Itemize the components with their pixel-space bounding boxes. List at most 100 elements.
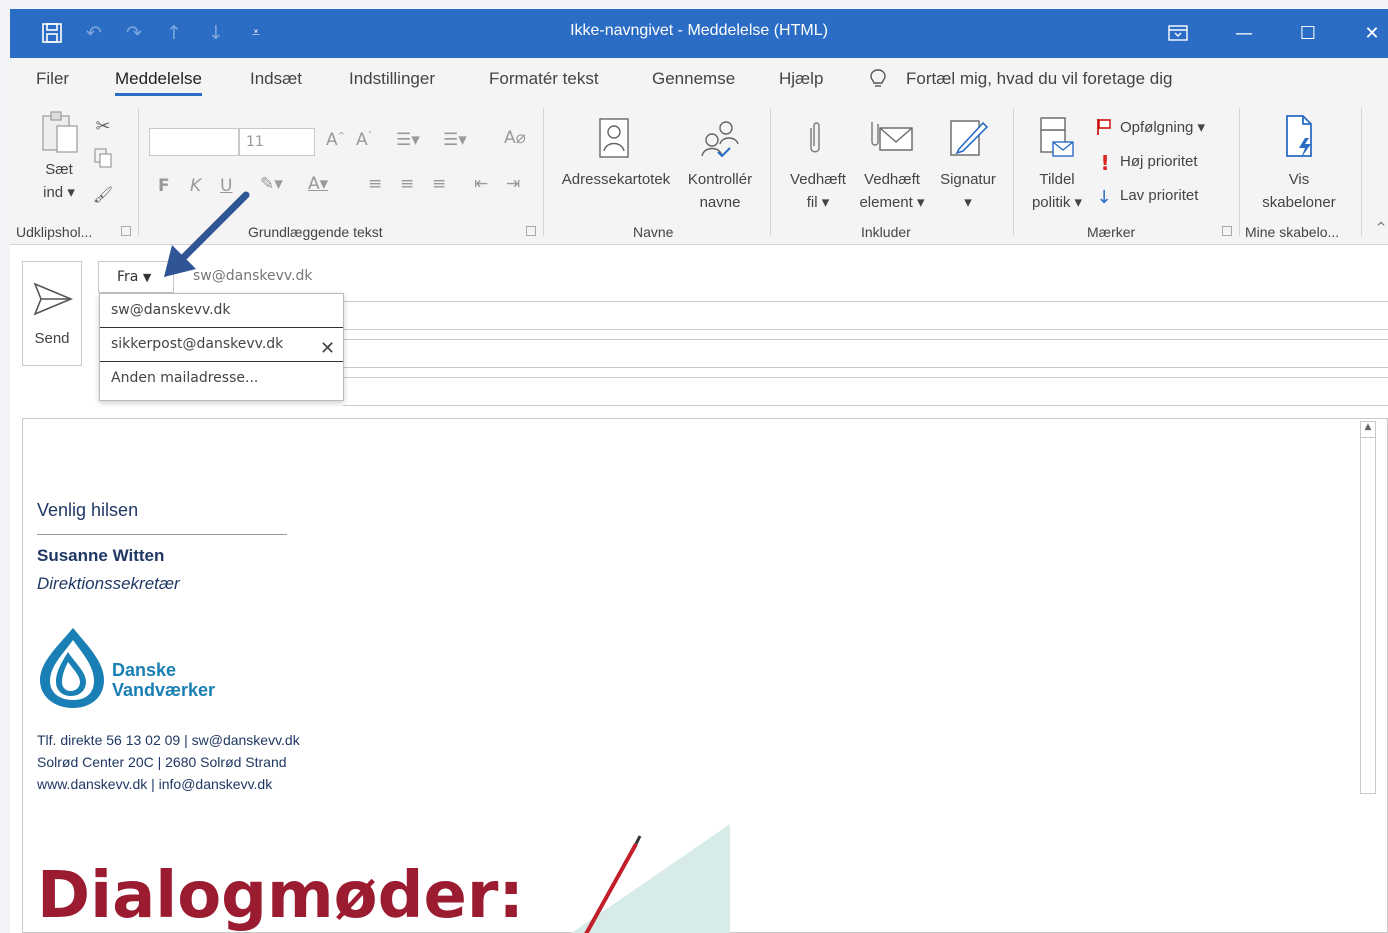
scroll-up-icon[interactable]: ▲ bbox=[1361, 422, 1375, 438]
signature-label: Signatur bbox=[940, 171, 996, 188]
shrink-font-icon[interactable]: Aˇ bbox=[356, 130, 372, 150]
tab-options[interactable]: Indstillinger bbox=[349, 69, 435, 89]
attach-file-label-2: fil bbox=[806, 194, 818, 211]
close-icon[interactable]: ✕ bbox=[1350, 17, 1388, 49]
grow-font-icon[interactable]: A^ bbox=[326, 130, 345, 150]
increase-indent-icon[interactable]: ⇥ bbox=[506, 174, 520, 194]
tab-format-text[interactable]: Formatér tekst bbox=[489, 69, 599, 89]
tell-me-search[interactable]: Fortæl mig, hvad du vil foretage dig bbox=[906, 69, 1172, 89]
clear-format-icon[interactable]: A⌀ bbox=[504, 128, 526, 148]
address-book-icon[interactable] bbox=[596, 116, 632, 160]
subject-field-line bbox=[343, 377, 1388, 378]
flag-icon bbox=[1096, 118, 1112, 136]
paperclip-icon[interactable] bbox=[802, 118, 828, 158]
check-names-icon[interactable] bbox=[700, 116, 740, 160]
assign-policy-label-1: Tildel bbox=[1039, 171, 1075, 188]
to-field[interactable] bbox=[343, 329, 1388, 330]
align-right-icon[interactable]: ≡ bbox=[432, 174, 446, 194]
group-clipboard-label: Udklipshol... bbox=[16, 224, 93, 240]
from-dropdown: sw@danskevv.dk sikkerpost@danskevv.dk ✕ … bbox=[99, 293, 344, 401]
view-templates-icon[interactable] bbox=[1282, 114, 1318, 160]
from-option-1[interactable]: sw@danskevv.dk bbox=[100, 294, 343, 328]
align-center-icon[interactable]: ≡ bbox=[400, 174, 414, 194]
maximize-icon[interactable]: ☐ bbox=[1286, 17, 1330, 49]
from-label: Fra bbox=[117, 269, 139, 285]
minimize-icon[interactable]: — bbox=[1222, 17, 1266, 49]
signature-button[interactable]: Signatur ▾ bbox=[932, 168, 1004, 214]
tags-launcher-icon[interactable] bbox=[1222, 226, 1232, 236]
subject-field[interactable] bbox=[343, 405, 1388, 406]
signature-greeting: Venlig hilsen bbox=[37, 500, 139, 520]
format-painter-icon[interactable]: 🖌 bbox=[92, 182, 114, 206]
view-templates-button[interactable]: Vis skabeloner bbox=[1254, 168, 1344, 214]
cut-icon[interactable]: ✂ bbox=[92, 114, 114, 138]
cc-field[interactable] bbox=[343, 367, 1388, 368]
signature-name: Susanne Witten bbox=[37, 546, 165, 565]
title-bar: ↶ ↷ ↑ ↓ ⩡ Ikke-navngivet - Meddelelse (H… bbox=[10, 9, 1388, 58]
paste-button[interactable]: Sæt ind ▾ bbox=[30, 158, 88, 204]
lightbulb-icon bbox=[870, 69, 886, 94]
tab-review[interactable]: Gennemse bbox=[652, 69, 735, 89]
highlight-icon[interactable]: ✎▾ bbox=[260, 174, 283, 194]
paste-icon[interactable] bbox=[38, 110, 82, 154]
from-option-2-label: sikkerpost@danskevv.dk bbox=[111, 336, 284, 352]
ribbon-display-icon[interactable] bbox=[1156, 17, 1200, 49]
font-color-icon[interactable]: A▾ bbox=[308, 174, 328, 194]
signature-role: Direktionssekretær bbox=[37, 574, 180, 593]
high-importance-icon: ! bbox=[1100, 151, 1110, 175]
font-size-field[interactable]: 11 bbox=[239, 128, 315, 156]
signature-contact-2: Solrød Center 20C | 2680 Solrød Strand bbox=[37, 754, 287, 770]
policy-icon[interactable] bbox=[1038, 116, 1076, 160]
separator bbox=[1361, 108, 1362, 236]
low-importance-icon: ↓ bbox=[1096, 186, 1112, 208]
signature-icon[interactable] bbox=[948, 116, 990, 158]
send-button[interactable]: Send bbox=[22, 261, 82, 366]
separator bbox=[543, 108, 544, 236]
tab-insert[interactable]: Indsæt bbox=[250, 69, 302, 89]
group-tags-label: Mærker bbox=[1087, 224, 1136, 240]
danske-vandvaerker-logo bbox=[38, 626, 108, 714]
view-templates-label-2: skabeloner bbox=[1262, 194, 1336, 211]
to-field-line bbox=[340, 301, 1388, 302]
bullets-icon[interactable]: ☰▾ bbox=[396, 130, 420, 150]
tab-message[interactable]: Meddelelse bbox=[115, 69, 202, 96]
tab-help[interactable]: Hjælp bbox=[779, 69, 823, 89]
addressbook-button[interactable]: Adressekartotek bbox=[554, 168, 678, 191]
check-names-label-1: Kontrollér bbox=[687, 171, 753, 188]
signature-divider bbox=[37, 534, 287, 535]
attach-item-button[interactable]: Vedhæft element ▾ bbox=[856, 168, 928, 214]
attach-file-label-1: Vedhæft bbox=[790, 171, 846, 188]
from-option-2[interactable]: sikkerpost@danskevv.dk bbox=[100, 328, 343, 362]
group-include-label: Inkluder bbox=[861, 224, 911, 240]
high-importance-button[interactable]: Høj prioritet bbox=[1120, 150, 1198, 173]
separator bbox=[770, 108, 771, 236]
assign-policy-button[interactable]: Tildel politik ▾ bbox=[1022, 168, 1092, 214]
check-names-button[interactable]: Kontrollér navne bbox=[680, 168, 760, 214]
followup-button[interactable]: Opfølgning ▾ bbox=[1120, 116, 1205, 139]
group-names-label: Navne bbox=[633, 224, 674, 240]
collapse-ribbon-icon[interactable]: ^ bbox=[1374, 220, 1388, 234]
tab-file[interactable]: Filer bbox=[36, 69, 69, 89]
logo-text-line-2: Vandværker bbox=[112, 680, 216, 700]
send-label: Send bbox=[34, 330, 70, 347]
clipboard-launcher-icon[interactable] bbox=[121, 226, 131, 236]
logo-text-line-1: Danske bbox=[112, 660, 177, 680]
align-left-icon[interactable]: ≡ bbox=[368, 174, 382, 194]
annotation-arrow bbox=[162, 189, 252, 283]
low-importance-button[interactable]: Lav prioritet bbox=[1120, 184, 1198, 207]
numbering-icon[interactable]: ☰▾ bbox=[443, 130, 467, 150]
paste-label-1: Sæt bbox=[45, 161, 73, 178]
group-basic-text-label: Grundlæggende tekst bbox=[248, 224, 383, 240]
check-names-label-2: navne bbox=[699, 194, 741, 211]
decrease-indent-icon[interactable]: ⇤ bbox=[474, 174, 488, 194]
group-templates-label: Mine skabelo... bbox=[1245, 224, 1340, 240]
from-option-other[interactable]: Anden mailadresse... bbox=[100, 362, 343, 396]
attach-item-icon[interactable] bbox=[868, 116, 914, 156]
copy-icon[interactable] bbox=[92, 146, 114, 170]
font-name-field[interactable] bbox=[149, 128, 239, 156]
scrollbar[interactable]: ▲ bbox=[1360, 421, 1376, 794]
basic-text-launcher-icon[interactable] bbox=[526, 226, 536, 236]
ribbon-tabs: Filer Meddelelse Indsæt Indstillinger Fo… bbox=[10, 58, 1388, 102]
remove-option-icon[interactable]: ✕ bbox=[320, 338, 335, 359]
attach-file-button[interactable]: Vedhæft fil ▾ bbox=[782, 168, 854, 214]
